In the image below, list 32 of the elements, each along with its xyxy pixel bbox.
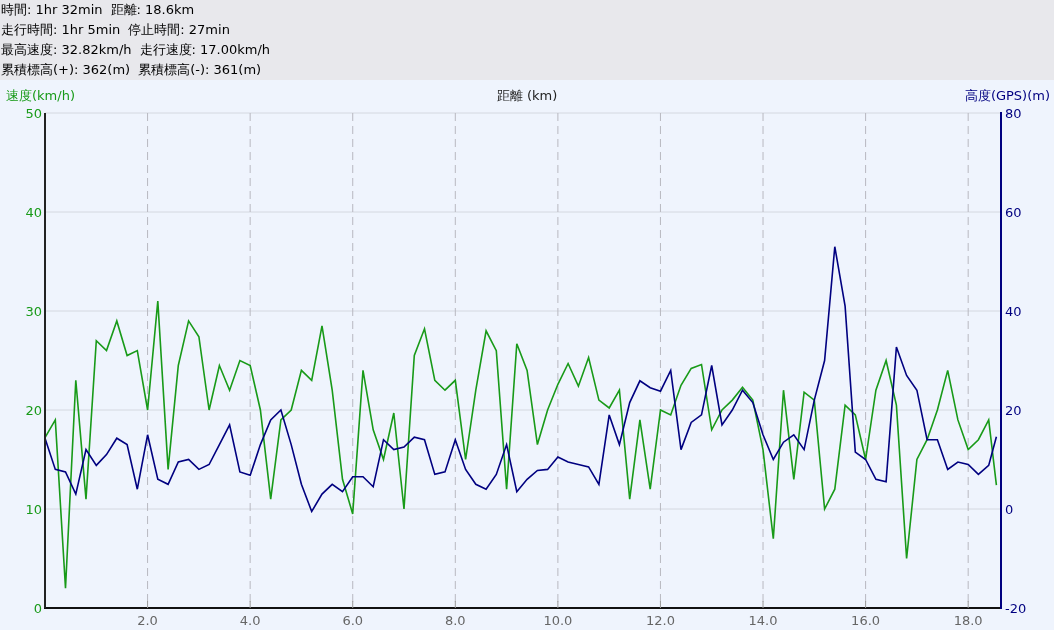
axis-title: 距離 (km) (496, 88, 558, 103)
stat-text: 最高速度: 32.82km/h (1, 41, 132, 59)
stat-text: 走行時間: 1hr 5min (1, 21, 121, 39)
tick-label: 14.0 (748, 613, 778, 628)
tick-label: 16.0 (851, 613, 881, 628)
tick-label: 20 (1005, 403, 1022, 418)
tick-label: 10 (25, 502, 42, 517)
tick-label: 0 (1005, 502, 1014, 517)
tick-label: 10.0 (543, 613, 573, 628)
stat-text: 走行速度: 17.00km/h (139, 41, 271, 59)
tick-label: 80 (1005, 106, 1022, 121)
tick-label: 4.0 (239, 613, 261, 628)
tick-label: 40 (1005, 304, 1022, 319)
axis-title: 高度(GPS)(m) (964, 88, 1050, 103)
stat-text: 停止時間: 27min (128, 21, 230, 39)
axis-title: 速度(km/h) (6, 88, 75, 103)
tick-label: 6.0 (342, 613, 364, 628)
stat-text: 累積標高(-): 361(m) (138, 61, 262, 79)
tick-label: 2.0 (137, 613, 158, 628)
tick-label: 40 (25, 205, 42, 220)
tick-label: 18.0 (953, 613, 983, 628)
tick-label: 12.0 (645, 613, 675, 628)
tick-label: 20 (25, 403, 42, 418)
stat-text: 時間: 1hr 32min (1, 1, 103, 19)
tick-label: 8.0 (444, 613, 466, 628)
tick-label: 30 (25, 304, 42, 319)
tick-label: 60 (1005, 205, 1022, 220)
stat-text: 累積標高(+): 362(m) (1, 61, 131, 79)
stat-text: 距離: 18.6km (110, 1, 195, 19)
tick-label: -20 (1005, 601, 1027, 616)
tick-label: 50 (25, 106, 42, 121)
tick-label: 0 (33, 601, 42, 616)
